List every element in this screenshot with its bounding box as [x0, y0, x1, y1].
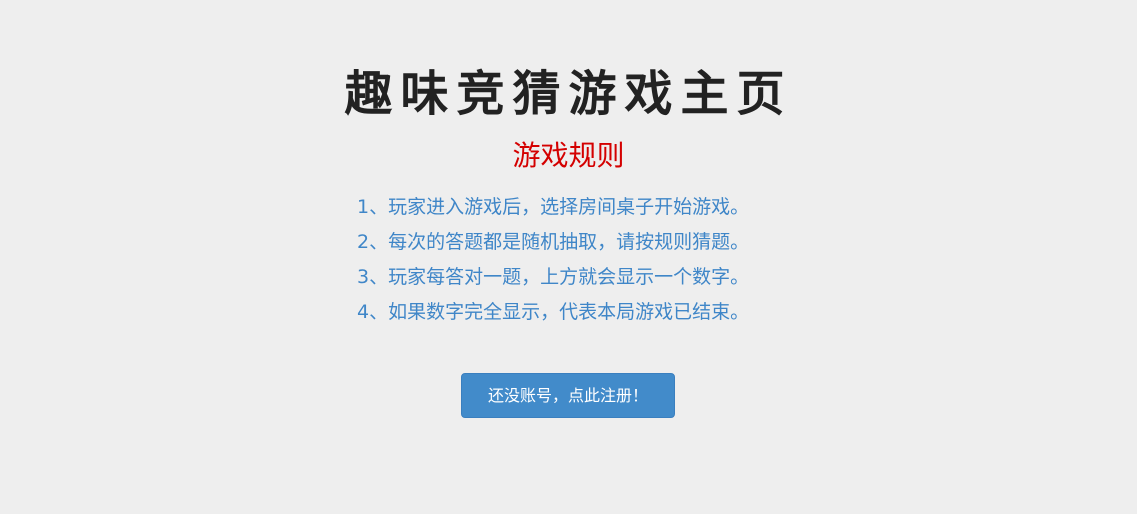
rules-list: 1、玩家进入游戏后，选择房间桌子开始游戏。 2、每次的答题都是随机抽取，请按规则…	[357, 190, 749, 330]
rule-item-2: 2、每次的答题都是随机抽取，请按规则猜题。	[357, 231, 750, 253]
rule-item-3: 3、玩家每答对一题，上方就会显示一个数字。	[357, 266, 750, 288]
home-page: 趣味竞猜游戏主页 游戏规则 1、玩家进入游戏后，选择房间桌子开始游戏。 2、每次…	[0, 0, 1137, 514]
rules-heading: 游戏规则	[512, 139, 625, 172]
rule-item-1: 1、玩家进入游戏后，选择房间桌子开始游戏。	[357, 196, 750, 218]
page-title: 趣味竞猜游戏主页	[344, 66, 793, 122]
rule-item-4: 4、如果数字完全显示，代表本局游戏已结束。	[357, 301, 750, 323]
register-button[interactable]: 还没账号，点此注册！	[461, 373, 675, 418]
